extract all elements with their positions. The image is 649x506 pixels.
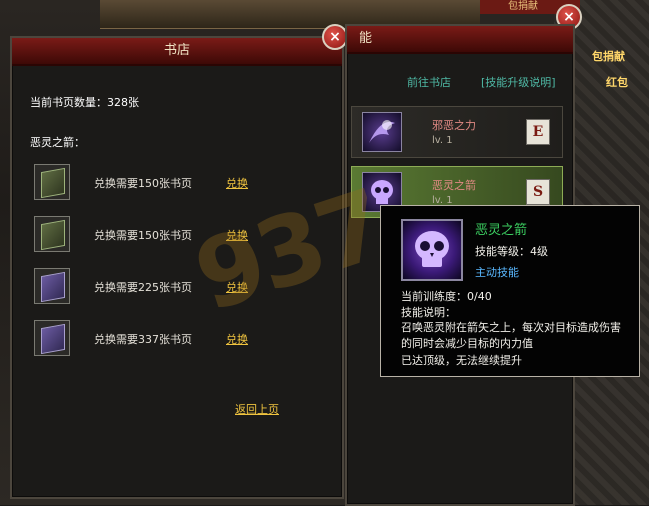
training-label: 当前训练度： — [401, 290, 467, 303]
page-count-label: 当前书页数量：328张 — [30, 96, 139, 109]
tooltip-title: 恶灵之箭 — [475, 223, 528, 238]
max-level-note: 已达顶级，无法继续提升 — [401, 354, 522, 367]
red-packet-button[interactable]: 包捐献 — [592, 48, 625, 64]
skill-name: 恶灵之箭 — [432, 179, 476, 192]
level-label: 技能等级： — [475, 245, 530, 258]
exchange-link[interactable]: 兑换 — [226, 331, 248, 347]
back-link[interactable]: 返回上页 — [235, 401, 279, 417]
exchange-link[interactable]: 兑换 — [226, 175, 248, 191]
skill-level: lv. 1 — [432, 135, 453, 146]
skill-card-evil-power[interactable]: 邪恶之力 lv. 1 E — [351, 106, 563, 158]
level-value: 4级 — [530, 245, 548, 258]
skill-description: 召唤恶灵附在箭矢之上，每次对目标造成伤害的同时会减少目标的内力值 — [401, 321, 621, 350]
skill-hotkey: E — [526, 119, 550, 145]
evil-power-icon — [362, 112, 402, 152]
exchange-cost: 兑换需要150张书页 — [94, 177, 192, 190]
exchange-cost: 兑换需要337张书页 — [94, 333, 192, 346]
upgrade-help-link[interactable]: [技能升级说明] — [481, 74, 556, 90]
exchange-cost: 兑换需要225张书页 — [94, 281, 192, 294]
exchange-cost: 兑换需要150张书页 — [94, 229, 192, 242]
skull-icon — [401, 219, 463, 281]
book-icon[interactable] — [34, 320, 70, 356]
training-value: 0/40 — [467, 290, 492, 303]
bookstore-title: 书店 — [12, 38, 342, 66]
description-label: 技能说明： — [401, 306, 456, 319]
section-label: 恶灵之箭： — [30, 136, 85, 149]
skill-tooltip: 恶灵之箭 技能等级：4级 主动技能 当前训练度：0/40 技能说明： 召唤恶灵附… — [380, 205, 640, 377]
book-icon[interactable] — [34, 268, 70, 304]
goto-store-link[interactable]: 前往书店 — [407, 74, 451, 90]
red-packet-label: 红包 — [606, 76, 628, 89]
training-progress: 当前训练度：0/40 — [401, 288, 492, 304]
book-icon[interactable] — [34, 216, 70, 252]
skill-hotkey: S — [526, 179, 550, 205]
skill-type: 主动技能 — [475, 266, 519, 279]
tooltip-level: 技能等级：4级 — [475, 243, 548, 259]
skill-name: 邪恶之力 — [432, 119, 476, 132]
skills-title: 能 — [347, 26, 573, 54]
list-item: 兑换需要337张书页 兑换 — [34, 320, 324, 360]
book-icon[interactable] — [34, 164, 70, 200]
